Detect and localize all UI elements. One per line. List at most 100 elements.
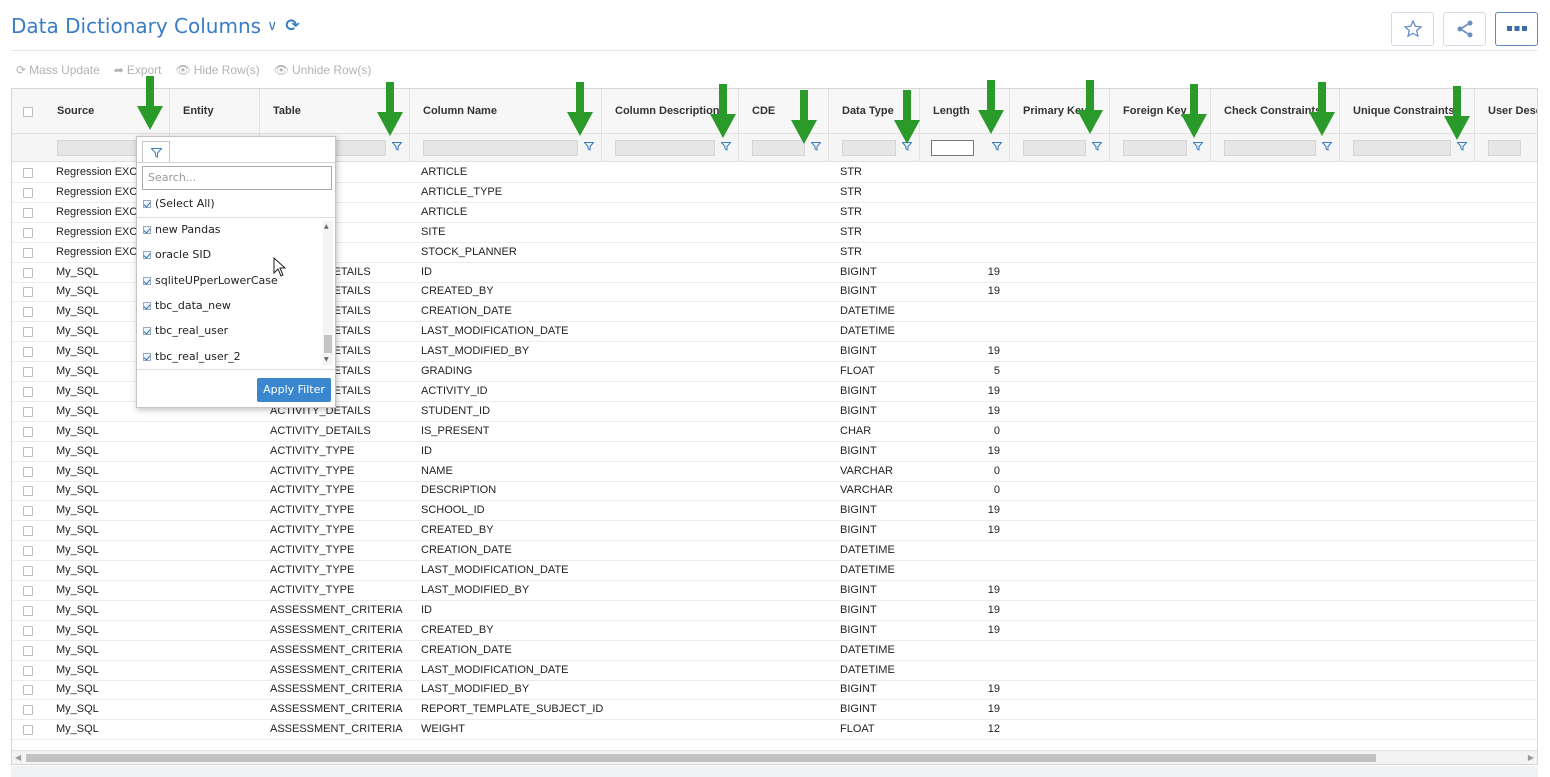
filter-icon[interactable] [1322, 142, 1332, 151]
row-checkbox[interactable] [23, 486, 33, 497]
export-button[interactable]: ➦ Export [114, 63, 162, 77]
row-checkbox[interactable] [23, 725, 33, 736]
row-checkbox[interactable] [23, 367, 33, 377]
apply-filter-button[interactable]: Apply Filter [257, 378, 331, 402]
mass-update-button[interactable]: ⟳ Mass Update [16, 63, 100, 77]
row-checkbox[interactable] [23, 168, 33, 178]
row-checkbox[interactable] [23, 566, 33, 576]
filter-option-label[interactable]: tbc_real_user [155, 324, 228, 338]
table-row[interactable]: My_SQL ACTIVITY_TYPE CREATED_BY BIGINT 19 [12, 521, 1537, 542]
filter-option-checkbox[interactable] [143, 226, 151, 234]
filter-input-check-constraints[interactable] [1224, 140, 1316, 156]
filter-option-checkbox[interactable] [143, 352, 151, 361]
filter-input-column-name[interactable] [423, 140, 578, 156]
row-checkbox[interactable] [23, 386, 33, 397]
filter-input-foreign-key[interactable] [1123, 140, 1187, 156]
filter-icon[interactable] [721, 142, 731, 151]
filter-list-scrollbar[interactable]: ▲ ▼ [323, 221, 333, 365]
table-row[interactable]: My_SQL ASSESSMENT_CRITERIA CREATION_DATE DA… [12, 641, 1537, 661]
scroll-left-icon[interactable]: ◀ [15, 753, 21, 762]
row-checkbox[interactable] [23, 327, 33, 338]
filter-option-label[interactable]: sqliteUPperLowerCase [155, 274, 278, 288]
filter-input-column-description[interactable] [615, 140, 715, 156]
filter-tab[interactable] [142, 141, 170, 163]
favorite-button[interactable] [1391, 12, 1434, 46]
select-all-filter-checkbox[interactable] [143, 200, 151, 208]
table-row[interactable]: My_SQL ACTIVITY_TYPE LAST_MODIFIED_BY BIGIN… [12, 581, 1537, 601]
filter-option-label[interactable]: tbc_data_new [155, 299, 231, 313]
filter-input-primary-key[interactable] [1023, 140, 1086, 156]
table-row[interactable]: My_SQL ACTIVITY_TYPE CREATION_DATE DATETIME [12, 541, 1537, 562]
row-checkbox[interactable] [23, 267, 33, 278]
row-checkbox[interactable] [23, 287, 33, 298]
more-button[interactable] [1495, 12, 1538, 46]
row-checkbox[interactable] [23, 605, 33, 616]
table-row[interactable]: My_SQL ASSESSMENT_CRITERIA REPORT_TEMPLATE… [12, 700, 1537, 721]
table-row[interactable]: My_SQL ACTIVITY_TYPE DESCRIPTION VARCHAR 0 [12, 481, 1537, 502]
row-checkbox[interactable] [23, 446, 33, 457]
row-checkbox[interactable] [23, 406, 33, 417]
filter-list-scroll-thumb[interactable] [324, 335, 332, 353]
filter-option-label[interactable]: tbc_real_user_2 [155, 350, 241, 364]
row-checkbox[interactable] [23, 426, 33, 437]
filter-option-label[interactable]: oracle SID [155, 248, 211, 262]
row-checkbox[interactable] [23, 625, 33, 636]
filter-icon[interactable] [392, 142, 402, 151]
row-checkbox[interactable] [23, 227, 33, 238]
row-checkbox[interactable] [23, 187, 33, 198]
hide-rows-button[interactable]: 👁 Hide Row(s) [176, 63, 260, 77]
table-row[interactable]: My_SQL ASSESSMENT_CRITERIA LAST_MODIFICATI… [12, 661, 1537, 681]
row-checkbox[interactable] [23, 207, 33, 218]
scroll-up-icon[interactable]: ▲ [324, 223, 329, 230]
scroll-right-icon[interactable]: ▶ [1528, 753, 1534, 762]
row-checkbox[interactable] [23, 546, 33, 557]
horizontal-scroll-thumb[interactable] [26, 754, 1376, 762]
filter-option-checkbox[interactable] [143, 301, 151, 310]
column-header-entity[interactable]: Entity [170, 89, 260, 134]
filter-option-label[interactable]: new Pandas [155, 223, 221, 237]
select-all-filter-label[interactable]: (Select All) [155, 197, 215, 211]
filter-option-checkbox[interactable] [143, 327, 151, 336]
filter-search-input[interactable]: Search... [142, 166, 332, 190]
row-checkbox[interactable] [23, 526, 33, 537]
filter-input-unique-constraints[interactable] [1353, 140, 1451, 156]
table-row[interactable]: My_SQL ACTIVITY_TYPE ID BIGINT 19 [12, 442, 1537, 462]
table-row[interactable]: My_SQL ACTIVITY_TYPE LAST_MODIFICATION_DAT… [12, 561, 1537, 581]
row-checkbox[interactable] [23, 645, 33, 656]
row-checkbox[interactable] [23, 307, 33, 318]
row-checkbox[interactable] [23, 466, 33, 477]
filter-input-length[interactable] [931, 140, 974, 156]
table-row[interactable]: My_SQL ACTIVITY_TYPE SCHOOL_ID BIGINT 19 [12, 501, 1537, 522]
select-all-checkbox[interactable] [23, 107, 33, 117]
chevron-down-icon[interactable]: ∨ [267, 18, 277, 34]
unhide-rows-button[interactable]: 👁 Unhide Row(s) [274, 63, 372, 77]
filter-icon[interactable] [1457, 142, 1467, 151]
table-row[interactable]: My_SQL ASSESSMENT_CRITERIA ID BIGINT 19 [12, 601, 1537, 621]
filter-option-checkbox[interactable] [143, 251, 151, 260]
share-button[interactable] [1443, 12, 1486, 46]
scroll-down-icon[interactable]: ▼ [324, 356, 329, 363]
table-row[interactable]: My_SQL ASSESSMENT_CRITERIA LAST_MODIFIED_B… [12, 680, 1537, 701]
row-checkbox[interactable] [23, 585, 33, 596]
refresh-icon[interactable]: ⟳ [285, 16, 299, 36]
column-header-user-descr[interactable]: User Descr [1475, 89, 1537, 134]
table-row[interactable]: My_SQL ACTIVITY_TYPE NAME VARCHAR 0 [12, 462, 1537, 482]
filter-input-data-type[interactable] [842, 140, 896, 156]
filter-icon[interactable] [1193, 142, 1203, 151]
filter-input-user-descr[interactable] [1488, 140, 1521, 156]
filter-icon[interactable] [1092, 142, 1102, 151]
filter-icon[interactable] [992, 142, 1002, 151]
table-row[interactable]: My_SQL ACTIVITY_DETAILS IS_PRESENT CHAR 0 [12, 422, 1537, 442]
horizontal-scrollbar[interactable]: ◀ ▶ [12, 750, 1537, 764]
row-checkbox[interactable] [23, 506, 33, 517]
row-checkbox[interactable] [23, 347, 33, 358]
filter-option-checkbox[interactable] [143, 276, 151, 285]
page-title[interactable]: Data Dictionary Columns [11, 14, 261, 38]
row-checkbox[interactable] [23, 247, 33, 258]
row-checkbox[interactable] [23, 665, 33, 676]
filter-input-source[interactable] [57, 140, 146, 156]
row-checkbox[interactable] [23, 685, 33, 696]
filter-icon[interactable] [584, 142, 594, 151]
row-checkbox[interactable] [23, 705, 33, 716]
table-row[interactable]: My_SQL ASSESSMENT_CRITERIA CREATED_BY BIGIN… [12, 621, 1537, 641]
